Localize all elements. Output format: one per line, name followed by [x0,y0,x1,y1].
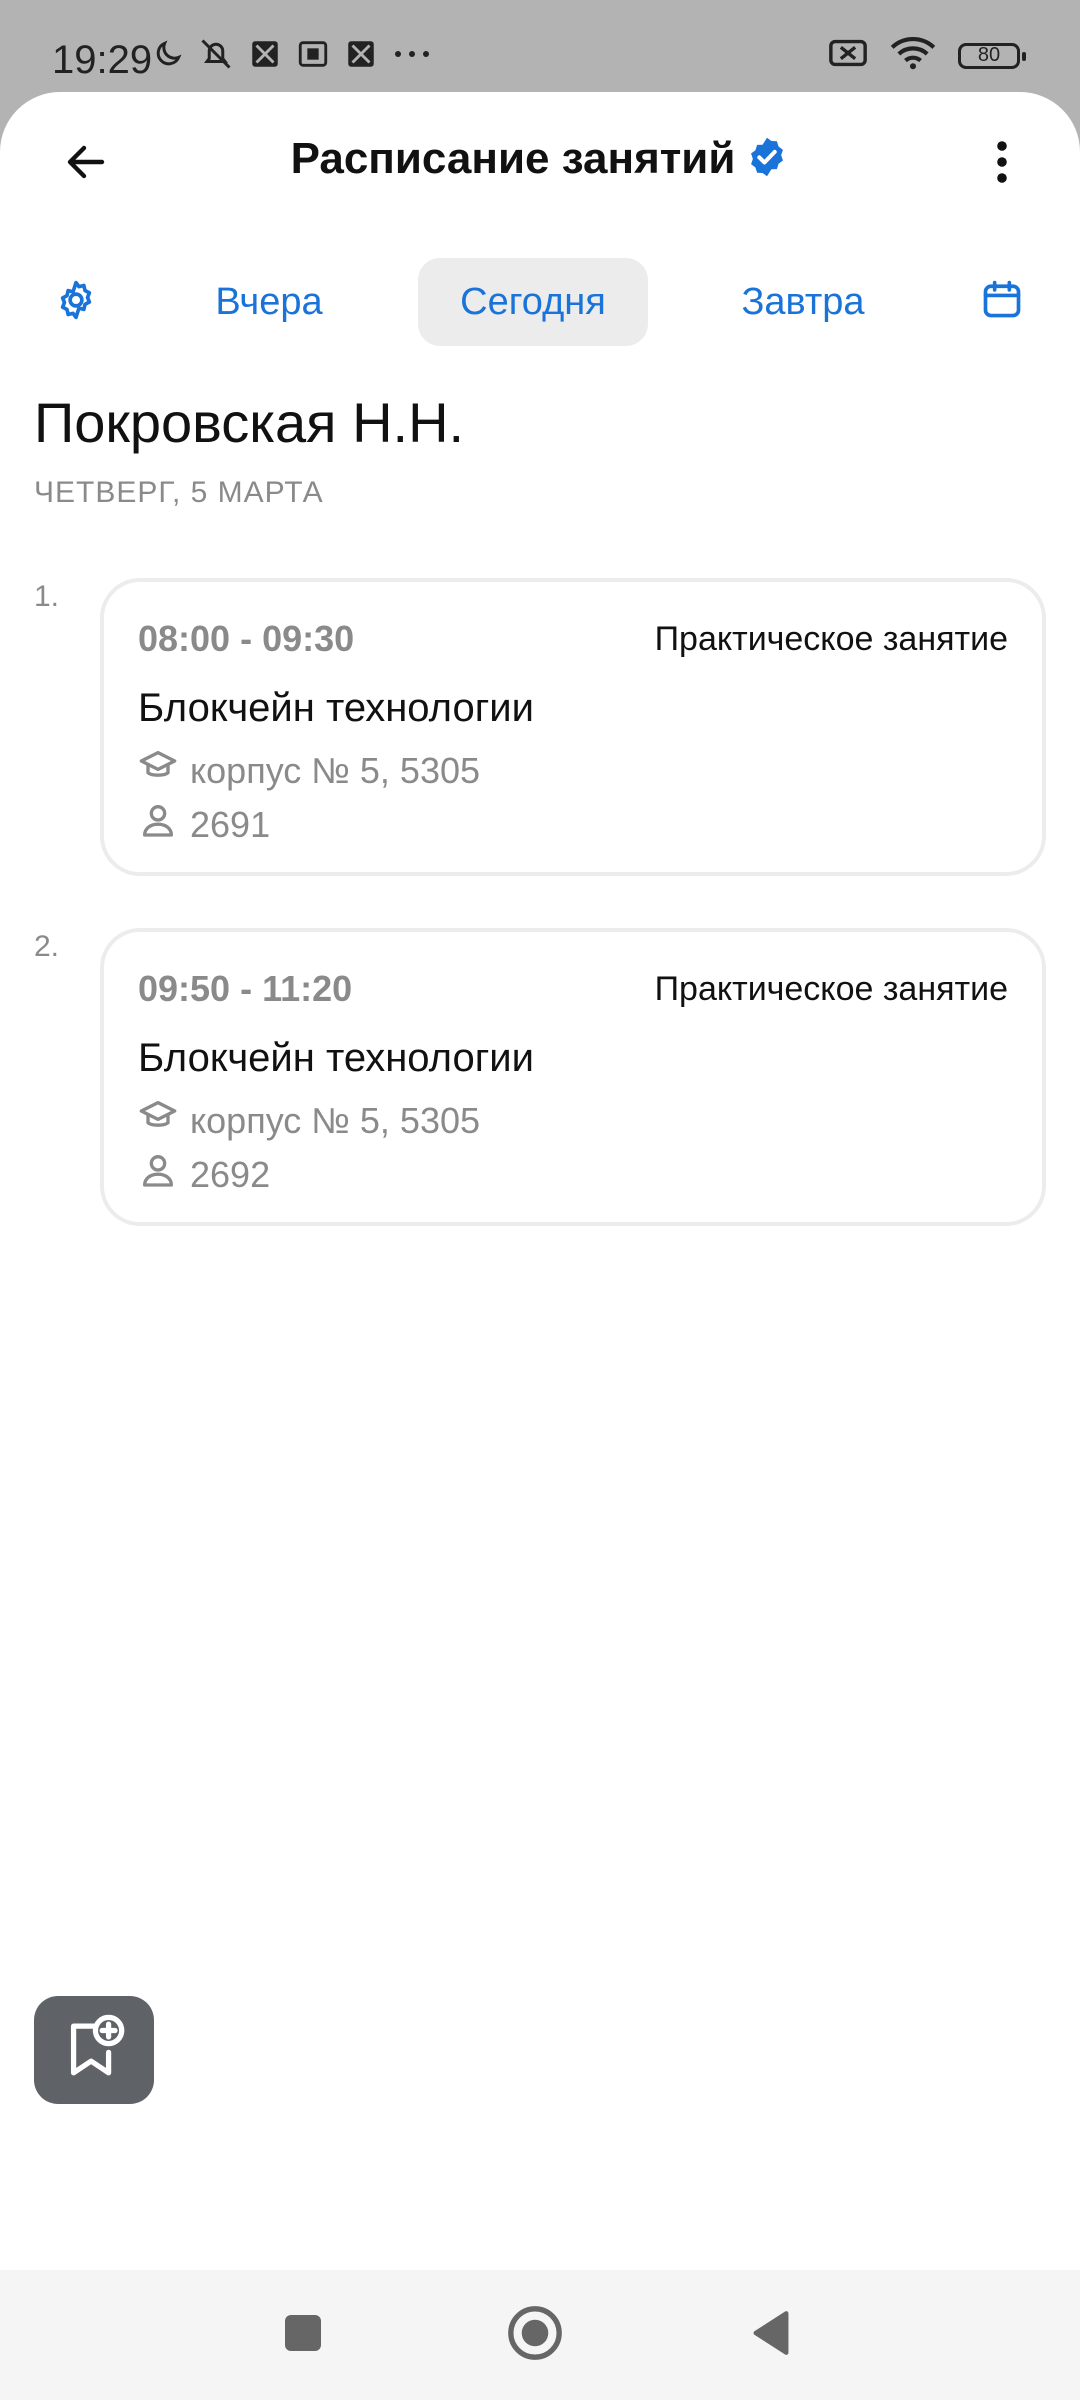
lesson-room: корпус № 5, 5305 [138,746,480,795]
lesson-number: 2. [34,930,60,963]
lesson-card[interactable]: 08:00 - 09:30 Практическое занятие Блокч… [100,578,1046,876]
square-icon [283,2313,323,2358]
gear-icon [54,278,98,327]
app-notification-icon [344,37,378,76]
status-bar: 19:29 80 [0,0,1080,92]
home-button[interactable] [500,2300,570,2370]
lesson-group-text: 2692 [190,1153,271,1195]
schedule-sheet: Расписание занятий Вчера Сегодня Завтра … [0,92,1080,2270]
lesson-group-text: 2691 [190,803,271,845]
add-bookmark-fab[interactable] [34,1996,154,2104]
lesson-room: корпус № 5, 5305 [138,1096,480,1145]
lesson-room-text: корпус № 5, 5305 [190,749,481,791]
moon-icon [152,38,184,75]
verified-badge-icon [745,135,789,184]
bookmark-add-icon [59,2013,129,2088]
lesson-subject: Блокчейн технологии [138,686,534,730]
lesson-type: Практическое занятие [654,620,1008,658]
home-circle-icon [506,2304,564,2367]
recent-apps-button[interactable] [268,2300,338,2370]
graduation-cap-icon [138,746,178,795]
lesson-type: Практическое занятие [654,970,1008,1008]
page-title: Расписание занятий [290,134,736,183]
app-notification-icon [248,37,282,76]
title-wrap: Расписание занятий [0,134,1080,184]
day-tabs: Вчера Сегодня Завтра [0,258,1080,346]
teacher-name: Покровская Н.Н. [34,391,465,454]
status-left-icons [152,36,432,77]
app-bar: Расписание занятий [0,92,1080,232]
more-options-button[interactable] [960,122,1044,206]
schedule-date: ЧЕТВЕРГ, 5 МАРТА [34,476,324,509]
bell-off-icon [198,36,234,77]
lesson-group: 2691 [138,800,270,849]
no-sim-icon [828,36,868,75]
system-navigation-bar [0,2270,1080,2400]
calendar-icon [980,278,1024,327]
lesson-room-text: корпус № 5, 5305 [190,1099,481,1141]
battery-indicator: 80 [958,42,1026,69]
triangle-back-icon [749,2309,793,2362]
lesson-card[interactable]: 09:50 - 11:20 Практическое занятие Блокч… [100,928,1046,1226]
tab-today[interactable]: Сегодня [418,258,648,346]
person-icon [138,800,178,849]
lesson-time: 09:50 - 11:20 [138,968,353,1009]
lesson-time: 08:00 - 09:30 [138,618,355,659]
lesson-group: 2692 [138,1150,270,1199]
tab-tomorrow[interactable]: Завтра [718,258,888,346]
lesson-number: 1. [34,580,60,613]
more-notifications-icon [392,44,432,69]
graduation-cap-icon [138,1096,178,1145]
tab-yesterday[interactable]: Вчера [186,258,352,346]
wifi-icon [890,36,936,75]
status-right-icons: 80 [828,36,1026,75]
more-vertical-icon [994,138,1010,191]
sim-one-icon [296,37,330,76]
lesson-subject: Блокчейн технологии [138,1036,534,1080]
settings-button[interactable] [46,272,106,332]
person-icon [138,1150,178,1199]
status-time: 19:29 [52,38,153,82]
calendar-button[interactable] [972,272,1032,332]
back-nav-button[interactable] [736,2300,806,2370]
